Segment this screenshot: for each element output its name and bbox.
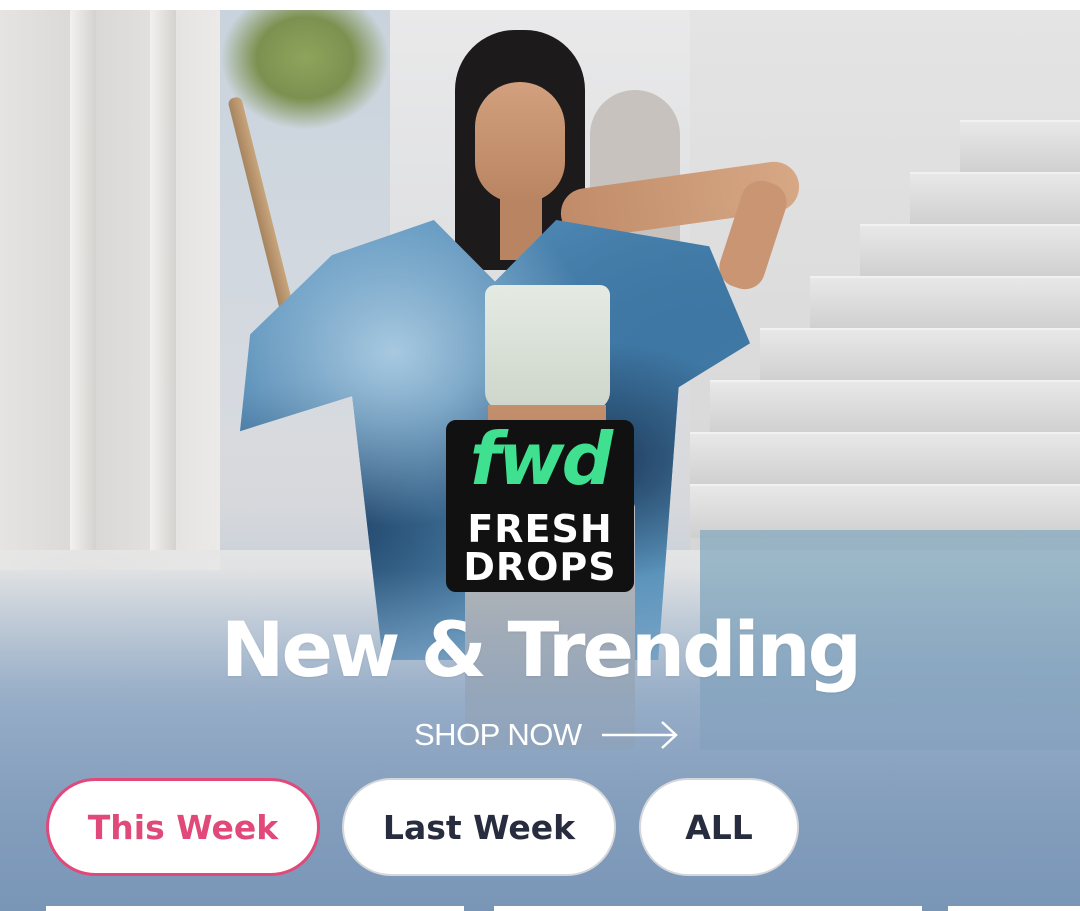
- arrow-right-icon: [600, 718, 680, 752]
- fwd-logo: fwd FRESH DROPS: [446, 417, 634, 592]
- shop-now-link[interactable]: SHOP NOW: [414, 712, 680, 758]
- logo-line-1: FRESH: [467, 507, 613, 551]
- background-pillar: [150, 10, 176, 550]
- logo-line-2: DROPS: [463, 545, 617, 589]
- shop-now-label: SHOP NOW: [414, 717, 582, 752]
- tab-all[interactable]: ALL: [639, 778, 799, 876]
- background-stair: [960, 120, 1080, 174]
- background-pillar: [70, 10, 96, 550]
- bottom-divider: [0, 906, 1080, 911]
- tab-label: Last Week: [382, 807, 576, 847]
- week-filter-tabs: This Week Last Week ALL: [0, 778, 1080, 880]
- model-face: [475, 82, 565, 202]
- banner-headline: New & Trending: [220, 605, 862, 694]
- logo-brand-text: fwd: [469, 417, 613, 501]
- tab-label: ALL: [685, 807, 753, 847]
- model-top: [485, 285, 610, 410]
- background-wall: [0, 10, 220, 570]
- tab-label: This Week: [87, 807, 279, 847]
- background-stair: [910, 172, 1080, 226]
- tab-last-week[interactable]: Last Week: [342, 778, 616, 876]
- tab-this-week[interactable]: This Week: [46, 778, 320, 876]
- background-stair: [810, 276, 1080, 330]
- background-stair: [760, 328, 1080, 382]
- background-stair: [860, 224, 1080, 278]
